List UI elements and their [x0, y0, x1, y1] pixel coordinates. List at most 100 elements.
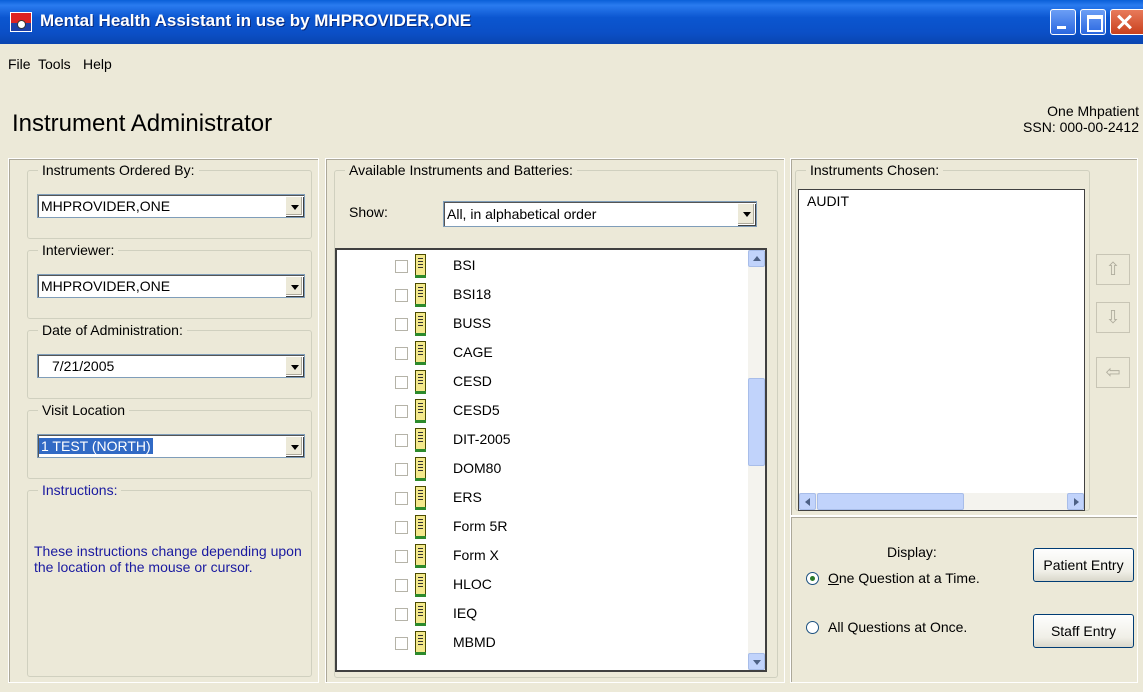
location-value: 1 TEST (NORTH) — [39, 438, 153, 454]
menu-help[interactable]: Help — [83, 56, 112, 72]
item-checkbox[interactable] — [395, 463, 408, 476]
list-item[interactable]: HLOC — [395, 570, 755, 599]
instrument-icon — [415, 399, 426, 423]
list-item[interactable]: BSI — [395, 251, 755, 280]
display-label: Display: — [887, 544, 937, 560]
one-question-radio[interactable] — [806, 572, 819, 585]
maximize-button[interactable] — [1080, 9, 1106, 35]
move-up-button[interactable]: ⇧ — [1096, 254, 1130, 285]
chevron-down-icon[interactable] — [285, 436, 303, 456]
item-checkbox[interactable] — [395, 579, 408, 592]
item-label: DIT-2005 — [453, 431, 511, 447]
instrument-icon — [415, 515, 426, 539]
item-checkbox[interactable] — [395, 318, 408, 331]
app-icon — [10, 12, 32, 32]
menu-file[interactable]: File — [8, 56, 31, 72]
one-question-label[interactable]: One Question at a Time. — [828, 570, 980, 586]
all-questions-label[interactable]: All Questions at Once. — [828, 619, 967, 635]
item-checkbox[interactable] — [395, 637, 408, 650]
arrow-left-icon: ⇦ — [1105, 362, 1121, 382]
item-label: Form X — [453, 547, 499, 563]
right-panel: Instruments Chosen: AUDIT — [790, 158, 1138, 516]
interviewer-label: Interviewer: — [38, 242, 119, 258]
ordered-by-value: MHPROVIDER,ONE — [41, 198, 171, 214]
list-item[interactable]: Form X — [395, 541, 755, 570]
staff-entry-button[interactable]: Staff Entry — [1033, 614, 1134, 648]
date-label: Date of Administration: — [38, 322, 187, 338]
scroll-up-button[interactable] — [748, 250, 765, 267]
location-group: Visit Location 1 TEST (NORTH) — [27, 402, 312, 479]
location-select[interactable]: 1 TEST (NORTH) — [37, 434, 305, 458]
item-checkbox[interactable] — [395, 608, 408, 621]
patient-entry-button[interactable]: Patient Entry — [1033, 548, 1134, 582]
item-checkbox[interactable] — [395, 347, 408, 360]
chevron-down-icon[interactable] — [285, 276, 303, 296]
close-button[interactable] — [1110, 9, 1143, 35]
available-list[interactable]: BSI BSI18 BUSS CAGE CESD CESD5 DIT-2005 DOM80 ER… — [335, 248, 767, 672]
chosen-list[interactable]: AUDIT — [798, 189, 1085, 511]
chosen-label: Instruments Chosen: — [806, 162, 944, 178]
interviewer-select[interactable]: MHPROVIDER,ONE — [37, 274, 305, 298]
list-item[interactable]: BSI18 — [395, 280, 755, 309]
arrow-down-icon: ⇩ — [1105, 307, 1121, 327]
item-checkbox[interactable] — [395, 550, 408, 563]
ordered-by-group: Instruments Ordered By: MHPROVIDER,ONE — [27, 162, 312, 239]
list-item[interactable]: CESD — [395, 367, 755, 396]
item-checkbox[interactable] — [395, 434, 408, 447]
scroll-right-button[interactable] — [1067, 493, 1084, 510]
display-panel: Display: One Question at a Time. All Que… — [790, 516, 1138, 683]
item-label: HLOC — [453, 576, 492, 592]
one-question-text: ne Question at a Time. — [838, 570, 980, 586]
hscroll-thumb[interactable] — [817, 493, 964, 510]
list-item[interactable]: DIT-2005 — [395, 425, 755, 454]
chosen-item[interactable]: AUDIT — [807, 193, 849, 209]
list-item[interactable]: DOM80 — [395, 454, 755, 483]
scroll-down-button[interactable] — [748, 653, 765, 670]
instructions-text: These instructions change depending upon… — [34, 543, 302, 575]
item-checkbox[interactable] — [395, 521, 408, 534]
scroll-left-button[interactable] — [799, 493, 816, 510]
left-panel: Instruments Ordered By: MHPROVIDER,ONE I… — [8, 158, 319, 683]
interviewer-group: Interviewer: MHPROVIDER,ONE — [27, 242, 312, 319]
item-checkbox[interactable] — [395, 289, 408, 302]
available-scrollbar[interactable] — [748, 250, 765, 670]
show-select[interactable]: All, in alphabetical order — [443, 201, 757, 227]
item-label: MBMD — [453, 634, 496, 650]
item-label: BSI18 — [453, 286, 492, 302]
instrument-icon — [415, 428, 426, 452]
chosen-hscrollbar[interactable] — [799, 493, 1084, 510]
instrument-icon — [415, 283, 426, 307]
instrument-icon — [415, 312, 426, 336]
ordered-by-select[interactable]: MHPROVIDER,ONE — [37, 194, 305, 218]
title-bar[interactable]: Mental Health Assistant in use by MHPROV… — [0, 0, 1143, 44]
item-checkbox[interactable] — [395, 492, 408, 505]
list-item[interactable]: ERS — [395, 483, 755, 512]
instrument-icon — [415, 544, 426, 568]
scroll-thumb[interactable] — [748, 378, 765, 466]
list-item[interactable]: BUSS — [395, 309, 755, 338]
minimize-button[interactable] — [1050, 9, 1076, 35]
list-item[interactable]: MBMD — [395, 628, 755, 657]
list-item[interactable]: IEQ — [395, 599, 755, 628]
list-item[interactable]: Form 5R — [395, 512, 755, 541]
item-label: IEQ — [453, 605, 478, 621]
location-label: Visit Location — [38, 402, 130, 418]
item-checkbox[interactable] — [395, 405, 408, 418]
item-checkbox[interactable] — [395, 376, 408, 389]
chevron-down-icon[interactable] — [737, 203, 755, 225]
move-down-button[interactable]: ⇩ — [1096, 302, 1130, 333]
item-label: CESD — [453, 373, 492, 389]
chevron-down-icon[interactable] — [285, 356, 303, 376]
show-value: All, in alphabetical order — [447, 206, 597, 222]
item-checkbox[interactable] — [395, 260, 408, 273]
instrument-icon — [415, 631, 426, 655]
remove-button[interactable]: ⇦ — [1096, 357, 1130, 388]
item-label: CAGE — [453, 344, 493, 360]
date-picker[interactable]: 7/21/2005 — [37, 354, 305, 378]
instructions-group: Instructions: These instructions change … — [27, 482, 312, 677]
all-questions-radio[interactable] — [806, 621, 819, 634]
chevron-down-icon[interactable] — [285, 196, 303, 216]
list-item[interactable]: CESD5 — [395, 396, 755, 425]
list-item[interactable]: CAGE — [395, 338, 755, 367]
menu-tools[interactable]: Tools — [38, 56, 71, 72]
